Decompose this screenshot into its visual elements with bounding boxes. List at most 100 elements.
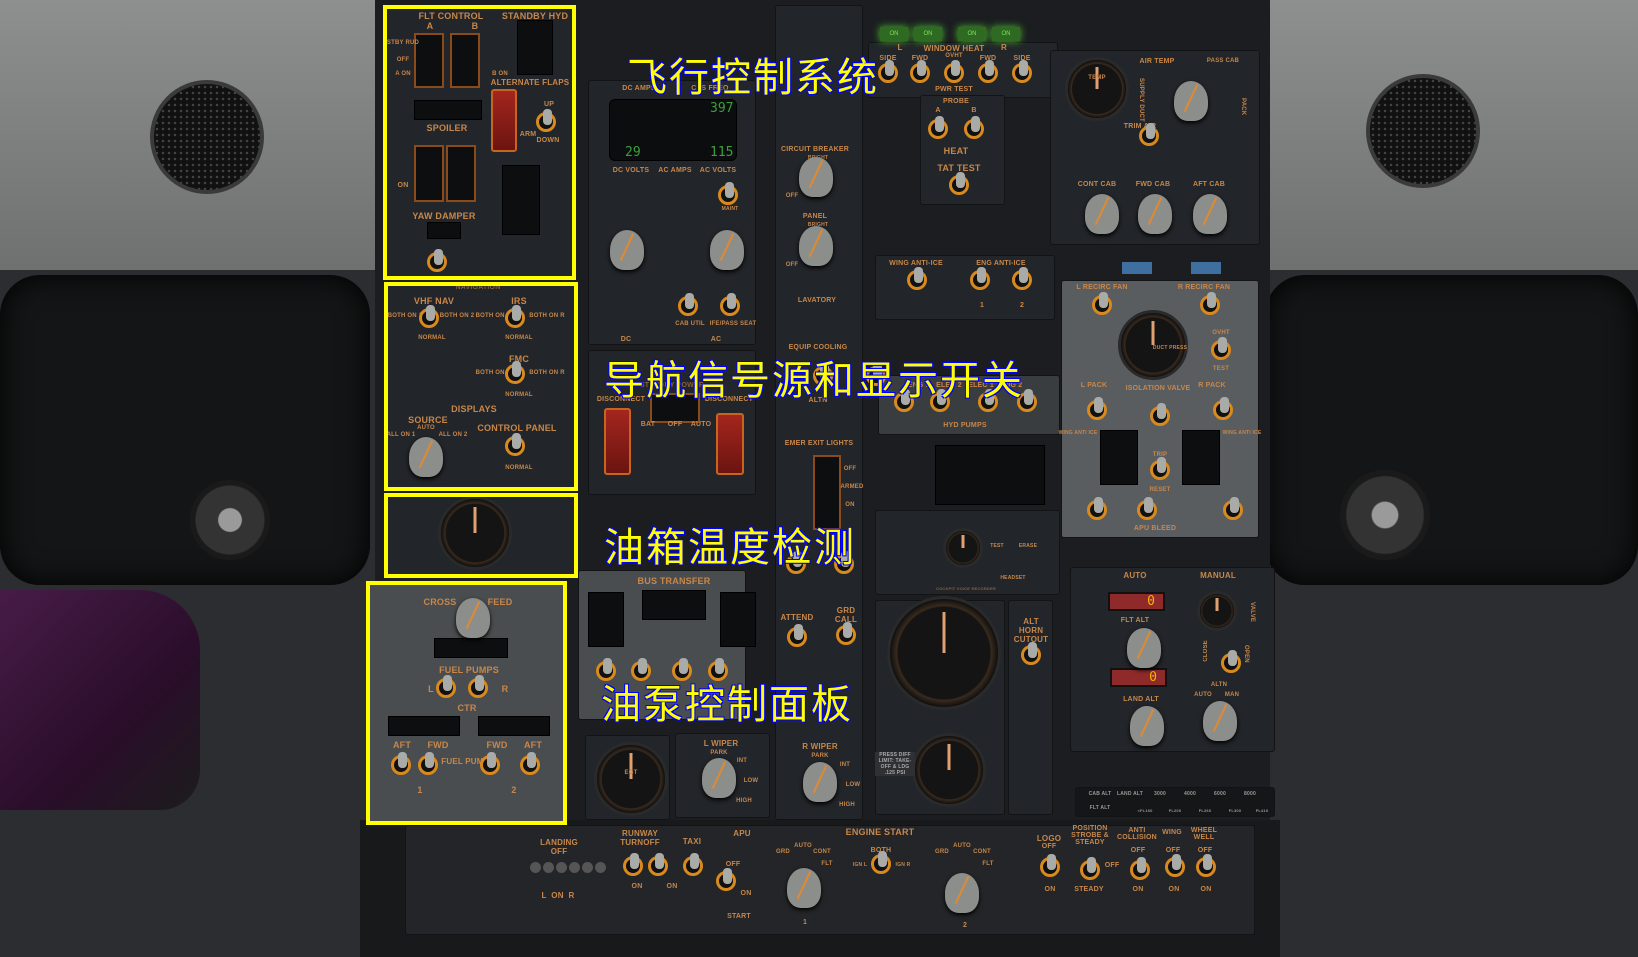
label: ON <box>631 883 643 890</box>
label: MAN <box>1224 692 1240 698</box>
label: POSITION STROBE & STEADY <box>1071 825 1109 846</box>
rotary-knob[interactable] <box>1174 81 1208 121</box>
toggle-switch[interactable] <box>1223 497 1243 520</box>
label: HIGH <box>736 798 752 804</box>
cabin-altitude-gauge <box>887 596 1001 710</box>
label: R PACK <box>1198 382 1226 389</box>
toggle-switch[interactable] <box>878 60 898 83</box>
label: OFF <box>1041 843 1057 850</box>
toggle-switch[interactable] <box>1087 497 1107 520</box>
landing-light-switch[interactable] <box>569 862 580 873</box>
toggle-switch[interactable] <box>949 172 969 195</box>
landing-light-switch[interactable] <box>595 862 606 873</box>
window-latch-right[interactable] <box>1340 470 1430 560</box>
label: FL200 <box>1168 808 1182 813</box>
label: AUTO <box>690 421 712 428</box>
toggle-switch[interactable] <box>1137 497 1157 520</box>
toggle-switch[interactable] <box>1213 397 1233 420</box>
toggle-switch[interactable] <box>1021 642 1041 665</box>
rotary-knob[interactable] <box>799 157 833 197</box>
toggle-switch[interactable] <box>944 60 964 83</box>
toggle-switch[interactable] <box>1165 854 1185 877</box>
toggle-switch[interactable] <box>716 868 736 891</box>
pack-lights-right <box>1182 430 1220 485</box>
toggle-switch[interactable] <box>1130 857 1150 880</box>
landing-light-switch[interactable] <box>582 862 593 873</box>
toggle-switch[interactable] <box>1092 292 1112 315</box>
label: 2 <box>962 922 968 929</box>
landing-light-switch[interactable] <box>556 862 567 873</box>
label: BAT <box>640 421 656 428</box>
bus-transfer-switch[interactable] <box>642 590 706 620</box>
rotary-knob[interactable] <box>803 762 837 802</box>
toggle-switch[interactable] <box>1080 857 1100 880</box>
toggle-switch[interactable] <box>836 622 856 645</box>
label: LAND ALT <box>1123 696 1159 703</box>
toggle-switch[interactable] <box>683 853 703 876</box>
label: APU BLEED <box>1133 525 1177 532</box>
rotary-knob[interactable] <box>1127 628 1161 668</box>
label: AUTO <box>1123 571 1147 580</box>
toggle-switch[interactable] <box>648 853 668 876</box>
rotary-knob[interactable] <box>787 868 821 908</box>
label: GRD <box>935 849 949 855</box>
label: AUTO <box>794 843 812 849</box>
label: ISOLATION VALVE <box>1125 385 1191 392</box>
toggle-switch[interactable] <box>787 624 807 647</box>
landing-light-switch[interactable] <box>530 862 541 873</box>
toggle-switch[interactable] <box>720 293 740 316</box>
toggle-switch[interactable] <box>1087 397 1107 420</box>
rotary-knob[interactable] <box>799 226 833 266</box>
label: FLT <box>821 861 833 867</box>
toggle-switch[interactable] <box>718 182 738 205</box>
window-latch-left[interactable] <box>190 480 270 560</box>
rotary-knob[interactable] <box>1203 701 1237 741</box>
toggle-switch[interactable] <box>1012 267 1032 290</box>
freq-readout: 397 <box>710 101 734 116</box>
rotary-knob[interactable] <box>1193 194 1227 234</box>
toggle-switch[interactable] <box>1139 123 1159 146</box>
label: ARMED <box>840 484 864 490</box>
label: RESET <box>1149 487 1171 493</box>
label: ON <box>845 502 855 508</box>
label: 2 <box>1019 302 1025 309</box>
dc-volts-readout: 29 <box>625 145 641 160</box>
disconnect-guard-1[interactable] <box>604 408 631 475</box>
toggle-switch[interactable] <box>871 851 891 874</box>
label: WING ANTI-ICE <box>889 260 943 267</box>
toggle-switch[interactable] <box>623 853 643 876</box>
rotary-knob[interactable] <box>945 873 979 913</box>
label: LOW <box>743 778 759 784</box>
label: CONT CAB <box>1077 181 1117 188</box>
toggle-switch[interactable] <box>970 267 990 290</box>
landing-light-switch[interactable] <box>543 862 554 873</box>
label: L <box>897 43 903 52</box>
label: FLT <box>982 861 994 867</box>
rotary-knob[interactable] <box>1138 194 1172 234</box>
toggle-switch[interactable] <box>1150 457 1170 480</box>
label: OFF <box>843 466 857 472</box>
label: AC <box>710 336 722 343</box>
toggle-switch[interactable] <box>1012 60 1032 83</box>
toggle-switch[interactable] <box>1040 854 1060 877</box>
toggle-switch[interactable] <box>1196 854 1216 877</box>
toggle-switch[interactable] <box>978 60 998 83</box>
toggle-switch[interactable] <box>1150 403 1170 426</box>
toggle-switch[interactable] <box>907 267 927 290</box>
toggle-switch[interactable] <box>910 60 930 83</box>
toggle-switch[interactable] <box>678 293 698 316</box>
rotary-knob[interactable] <box>1085 194 1119 234</box>
rotary-knob[interactable] <box>610 230 644 270</box>
rotary-knob[interactable] <box>702 758 736 798</box>
toggle-switch[interactable] <box>928 116 948 139</box>
toggle-switch[interactable] <box>964 116 984 139</box>
disconnect-guard-2[interactable] <box>716 413 744 475</box>
toggle-switch[interactable] <box>1221 650 1241 673</box>
toggle-switch[interactable] <box>1211 337 1231 360</box>
speaker-left <box>150 80 264 194</box>
toggle-switch[interactable] <box>1200 292 1220 315</box>
label: WING ANTI ICE <box>1058 430 1098 436</box>
rotary-knob[interactable] <box>1130 706 1164 746</box>
label: 1 <box>802 919 808 926</box>
rotary-knob[interactable] <box>710 230 744 270</box>
